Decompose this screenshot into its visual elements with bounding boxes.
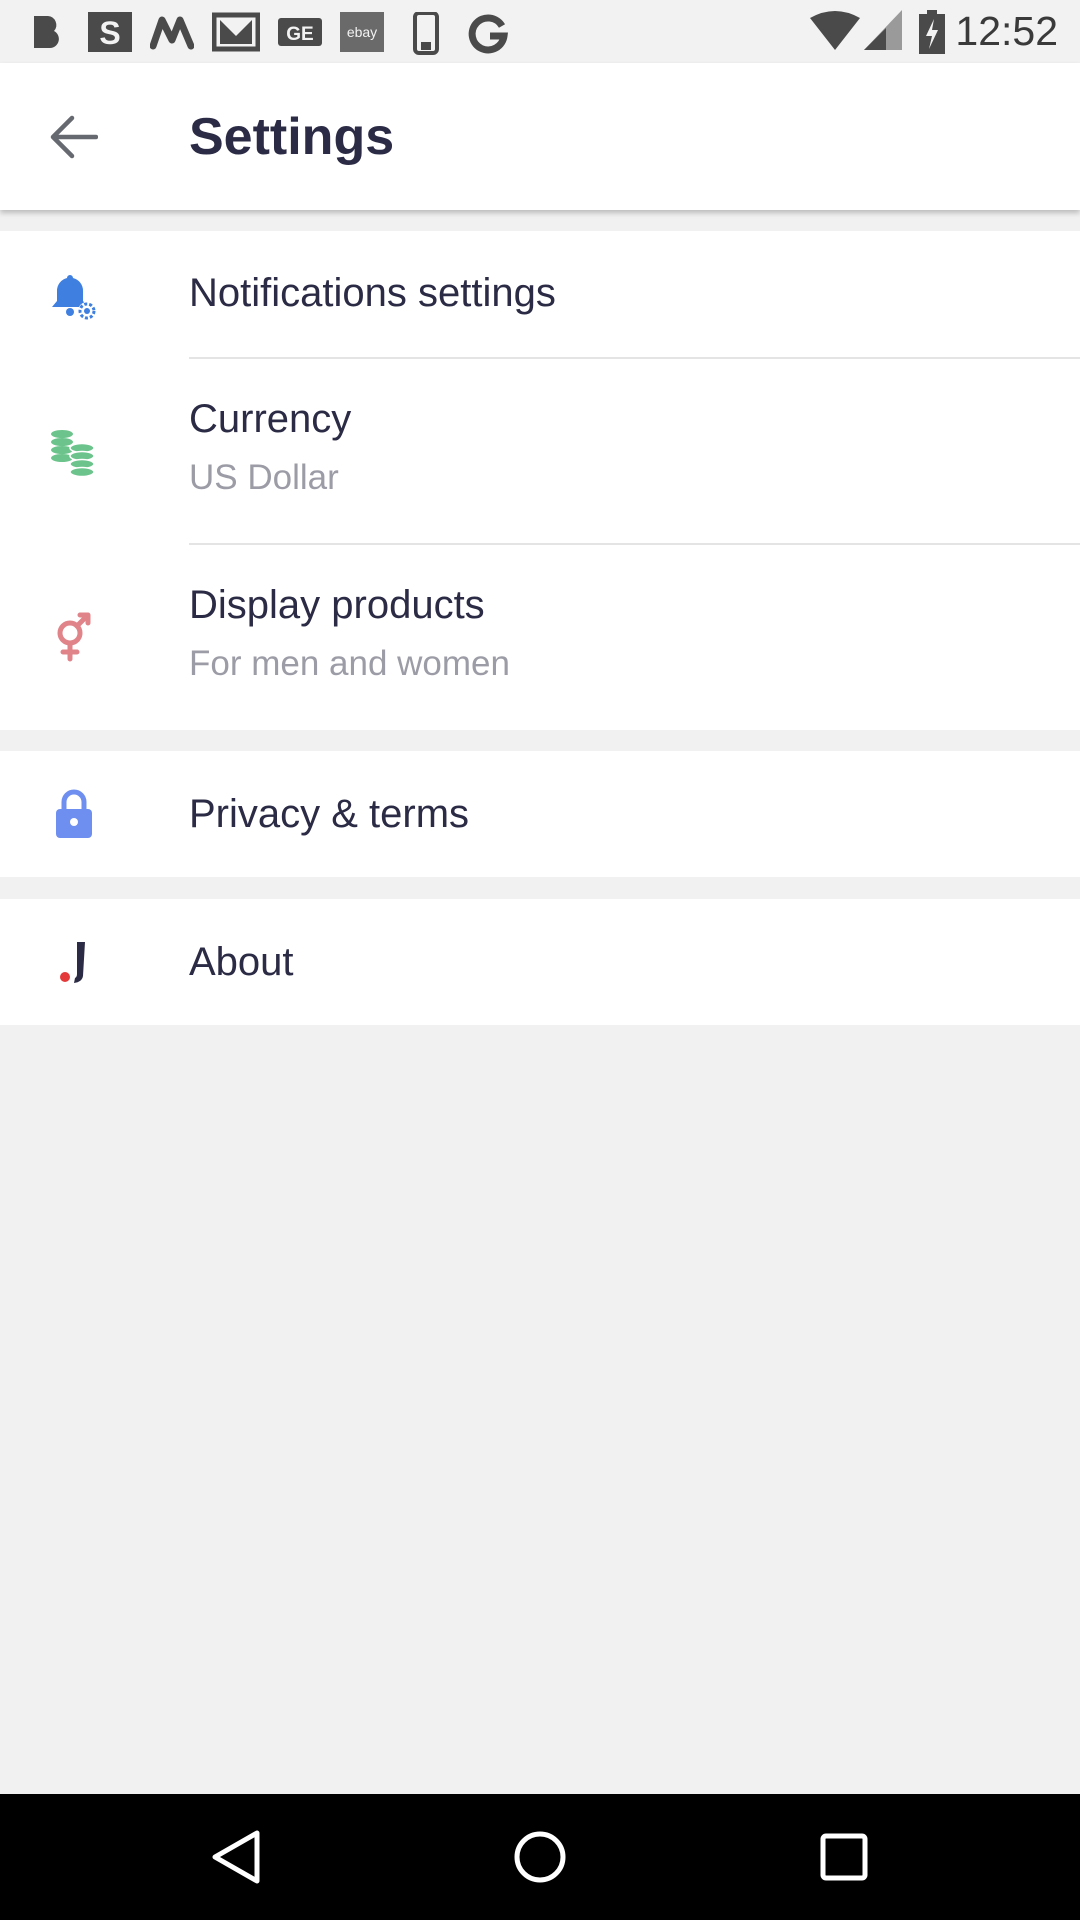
gmail-icon — [212, 12, 260, 52]
nav-home-icon — [514, 1831, 566, 1883]
clock: 12:52 — [955, 8, 1058, 54]
privacy-terms-row[interactable]: Privacy & terms — [0, 751, 1080, 877]
settings-group-about: About — [0, 899, 1080, 1025]
myntra-icon — [150, 16, 194, 50]
svg-text:GE: GE — [286, 24, 313, 45]
phone-icon — [413, 12, 439, 55]
s-app-icon: S — [88, 12, 132, 52]
bell-gear-icon — [48, 271, 100, 323]
currency-value: US Dollar — [189, 458, 339, 497]
gender-icon — [48, 611, 100, 663]
signal-icon — [864, 10, 902, 50]
settings-group-legal: Privacy & terms — [0, 751, 1080, 877]
about-row[interactable]: About — [0, 899, 1080, 1025]
notifications-settings-row[interactable]: Notifications settings — [0, 231, 1080, 359]
display-products-value: For men and women — [189, 644, 510, 683]
google-icon — [468, 14, 508, 54]
privacy-terms-title: Privacy & terms — [189, 792, 470, 836]
status-bar: S GE ebay 12:52 — [0, 0, 1080, 63]
nav-back-button[interactable] — [201, 1822, 271, 1892]
currency-title: Currency — [189, 397, 352, 441]
nav-home-button[interactable] — [505, 1822, 575, 1892]
app-bar: Settings — [0, 63, 1080, 210]
coins-icon — [48, 426, 100, 478]
beats-icon — [34, 16, 59, 48]
app-logo-icon — [48, 936, 100, 988]
lock-icon — [48, 788, 100, 840]
currency-row[interactable]: Currency US Dollar — [0, 359, 1080, 545]
battery-charging-icon — [919, 10, 945, 54]
settings-group-preferences: Notifications settings Currency US Dolla… — [0, 231, 1080, 730]
arrow-back-icon — [50, 115, 98, 159]
svg-text:S: S — [99, 15, 120, 51]
notifications-settings-title: Notifications settings — [189, 271, 556, 315]
about-title: About — [189, 940, 294, 984]
display-products-title: Display products — [189, 583, 485, 627]
nav-recents-button[interactable] — [809, 1822, 879, 1892]
back-button[interactable] — [34, 103, 114, 171]
wifi-icon — [810, 11, 860, 50]
svg-text:ebay: ebay — [347, 24, 377, 40]
system-nav-bar — [0, 1794, 1080, 1920]
nav-back-icon — [212, 1830, 260, 1884]
nav-recents-icon — [820, 1833, 868, 1881]
ebay-icon: ebay — [340, 12, 384, 52]
ge-icon: GE — [278, 18, 322, 46]
page-title: Settings — [189, 108, 395, 166]
display-products-row[interactable]: Display products For men and women — [0, 545, 1080, 730]
